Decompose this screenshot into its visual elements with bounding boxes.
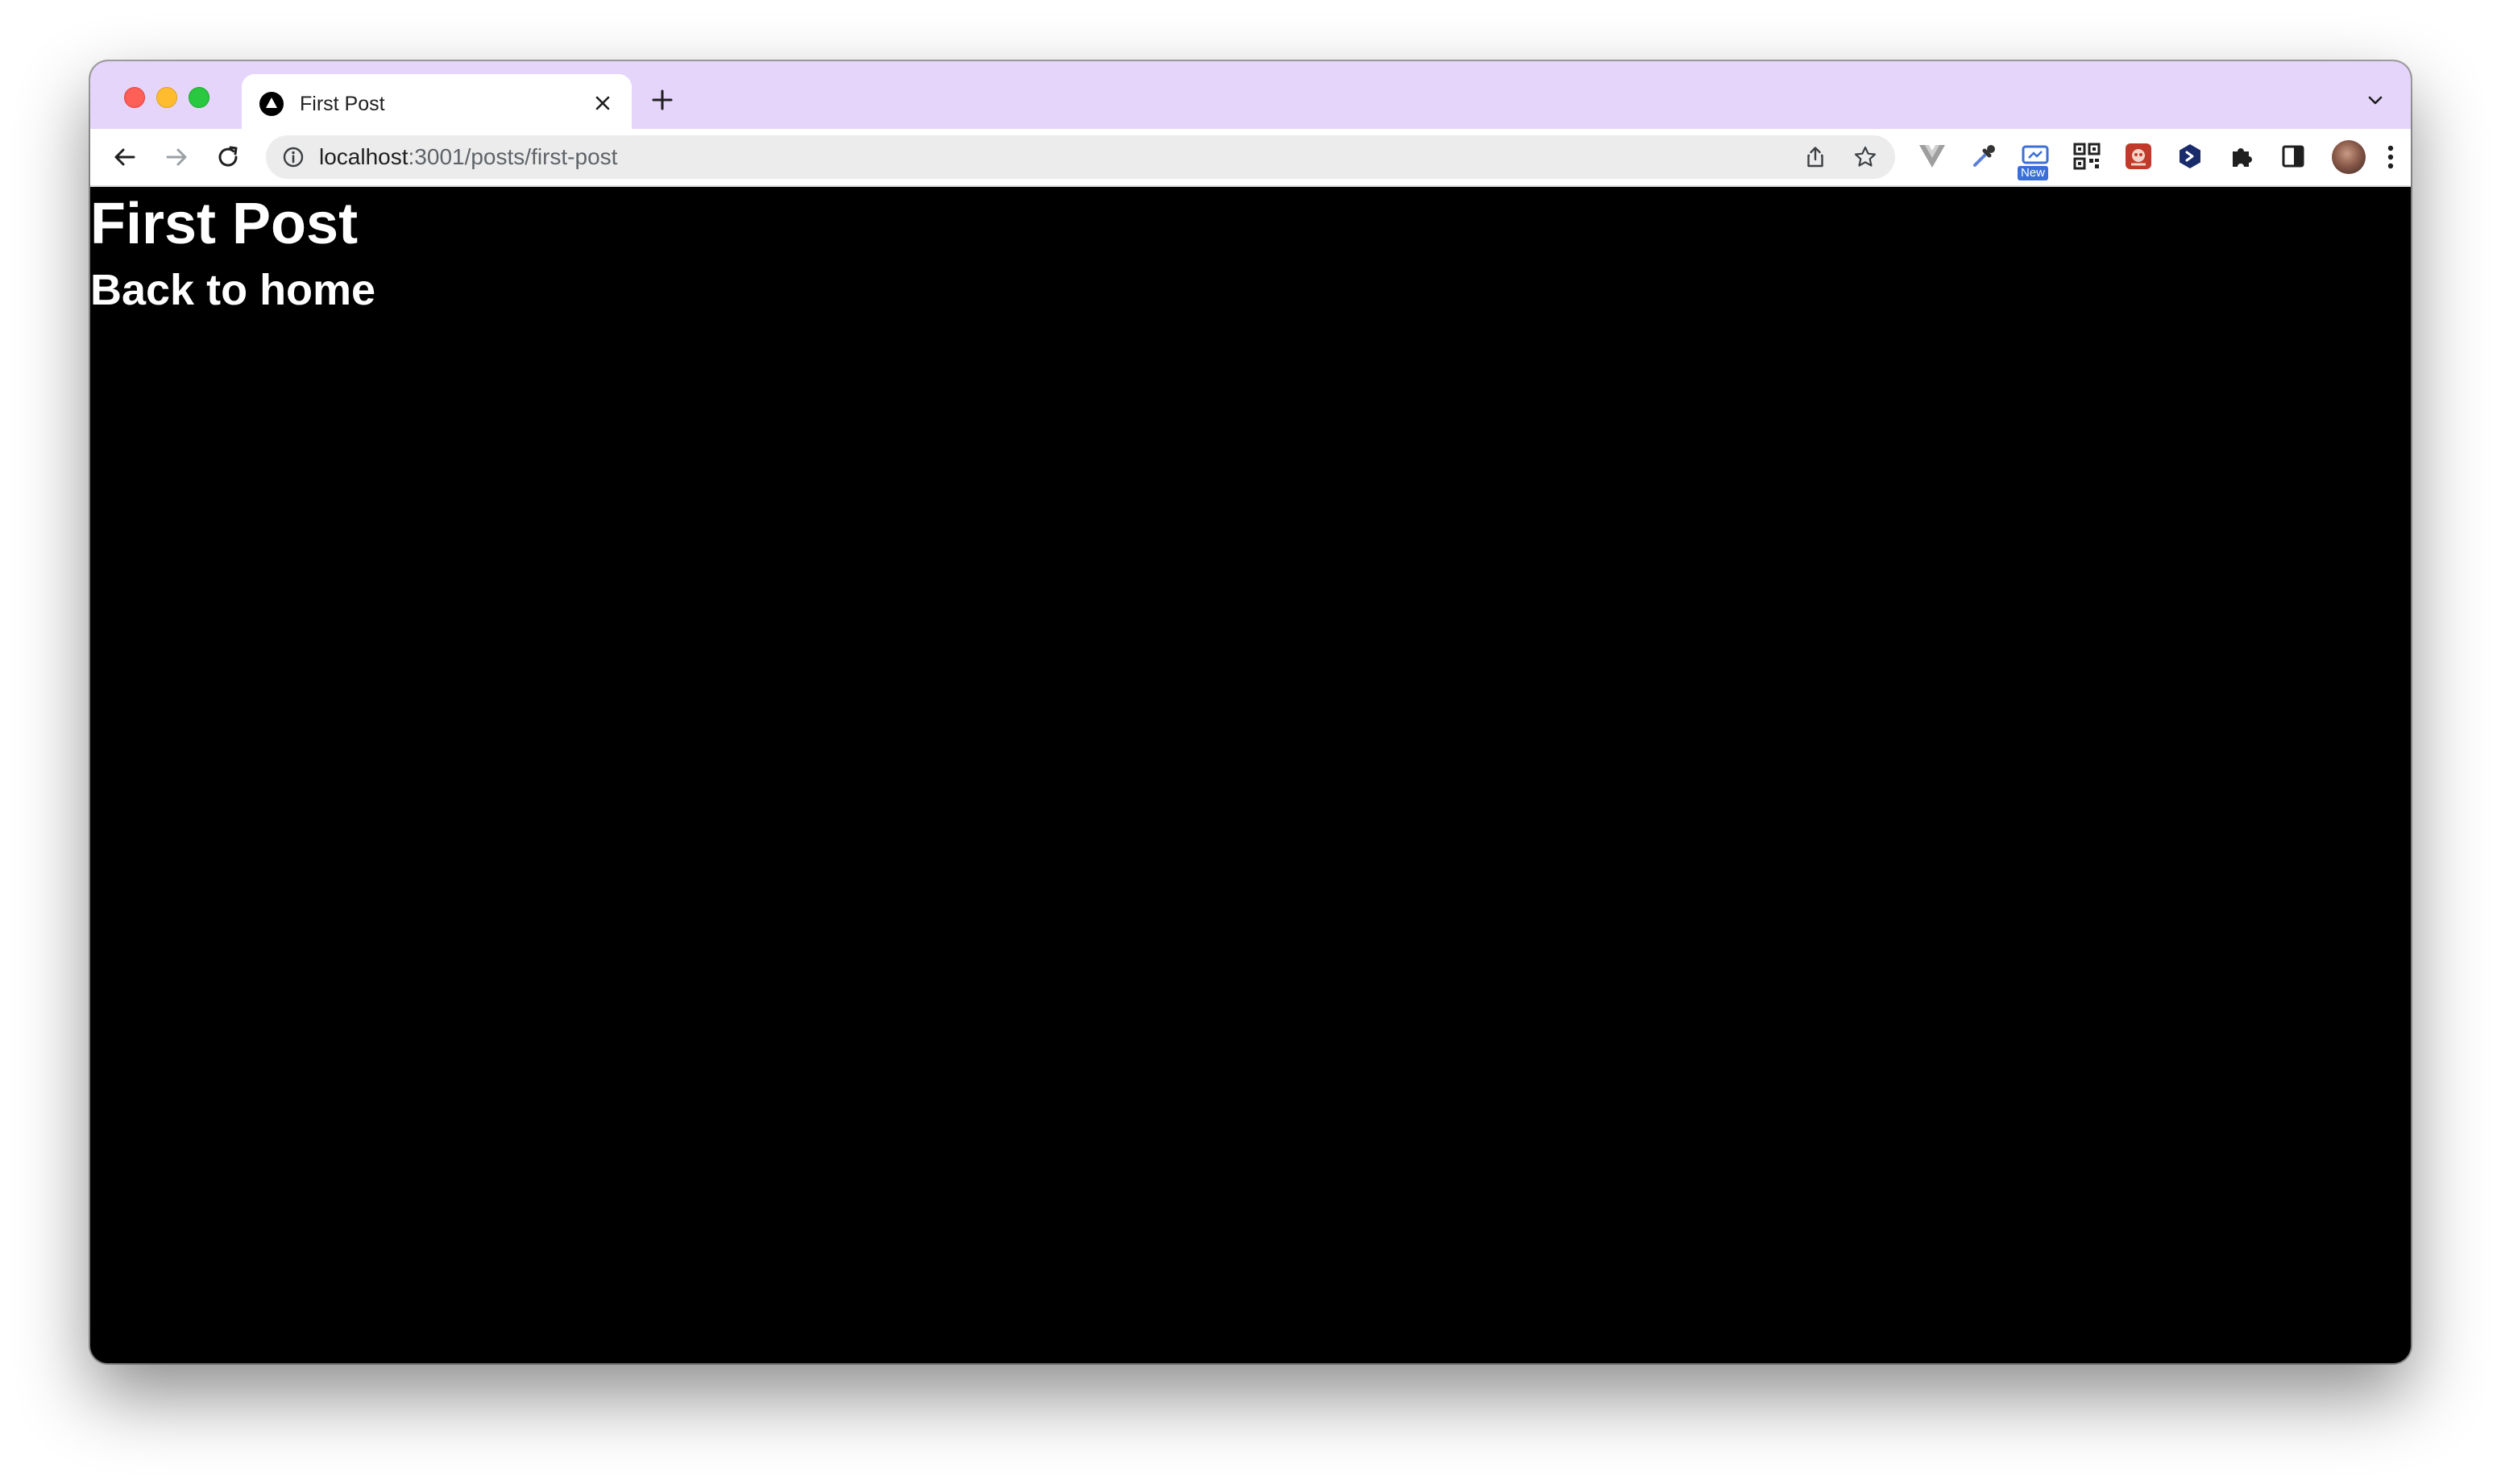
- window-close-button[interactable]: [124, 87, 145, 108]
- tab-search-chevron-icon[interactable]: [2359, 84, 2391, 116]
- extension-new-badge: New: [2018, 166, 2049, 180]
- color-picker-icon[interactable]: [1968, 140, 2000, 172]
- back-to-home-link[interactable]: Back to home: [90, 264, 375, 316]
- browser-window: First Post localhost:3001/posts/first-po…: [90, 61, 2411, 1363]
- red-extension-icon[interactable]: [2122, 140, 2155, 172]
- address-bar[interactable]: localhost:3001/posts/first-post: [266, 135, 1895, 179]
- url-host: localhost: [319, 144, 409, 169]
- new-tab-button[interactable]: [646, 84, 678, 116]
- share-icon[interactable]: [1803, 145, 1827, 169]
- more-menu-icon[interactable]: [2379, 140, 2403, 174]
- site-info-icon[interactable]: [282, 146, 305, 168]
- puzzle-icon[interactable]: [2225, 140, 2258, 172]
- side-panel-icon[interactable]: [2277, 140, 2309, 172]
- triangle-logo-icon: [259, 92, 284, 116]
- page-title: First Post: [90, 192, 359, 256]
- browser-toolbar: localhost:3001/posts/first-post New: [90, 129, 2411, 187]
- bookmark-star-icon[interactable]: [1853, 145, 1877, 169]
- screenshot-extension-icon[interactable]: New: [2018, 140, 2051, 180]
- page-content: First Post Back to home: [90, 187, 2411, 1363]
- reload-icon[interactable]: [209, 139, 247, 176]
- window-maximize-button[interactable]: [189, 87, 209, 108]
- url-text[interactable]: localhost:3001/posts/first-post: [319, 145, 617, 169]
- forward-arrow-icon[interactable]: [158, 139, 195, 176]
- window-minimize-button[interactable]: [156, 87, 177, 108]
- tab-first-post[interactable]: First Post: [242, 74, 632, 129]
- url-path: :3001/posts/first-post: [408, 144, 618, 169]
- profile-avatar[interactable]: [2332, 140, 2366, 174]
- tab-close-icon[interactable]: [588, 89, 617, 118]
- back-arrow-icon[interactable]: [106, 139, 143, 176]
- tab-strip: First Post: [90, 61, 2411, 129]
- vue-devtools-icon[interactable]: [1916, 140, 1948, 172]
- qr-code-icon[interactable]: [2071, 140, 2103, 172]
- tab-title: First Post: [300, 93, 385, 115]
- hexagon-extension-icon[interactable]: [2174, 140, 2206, 172]
